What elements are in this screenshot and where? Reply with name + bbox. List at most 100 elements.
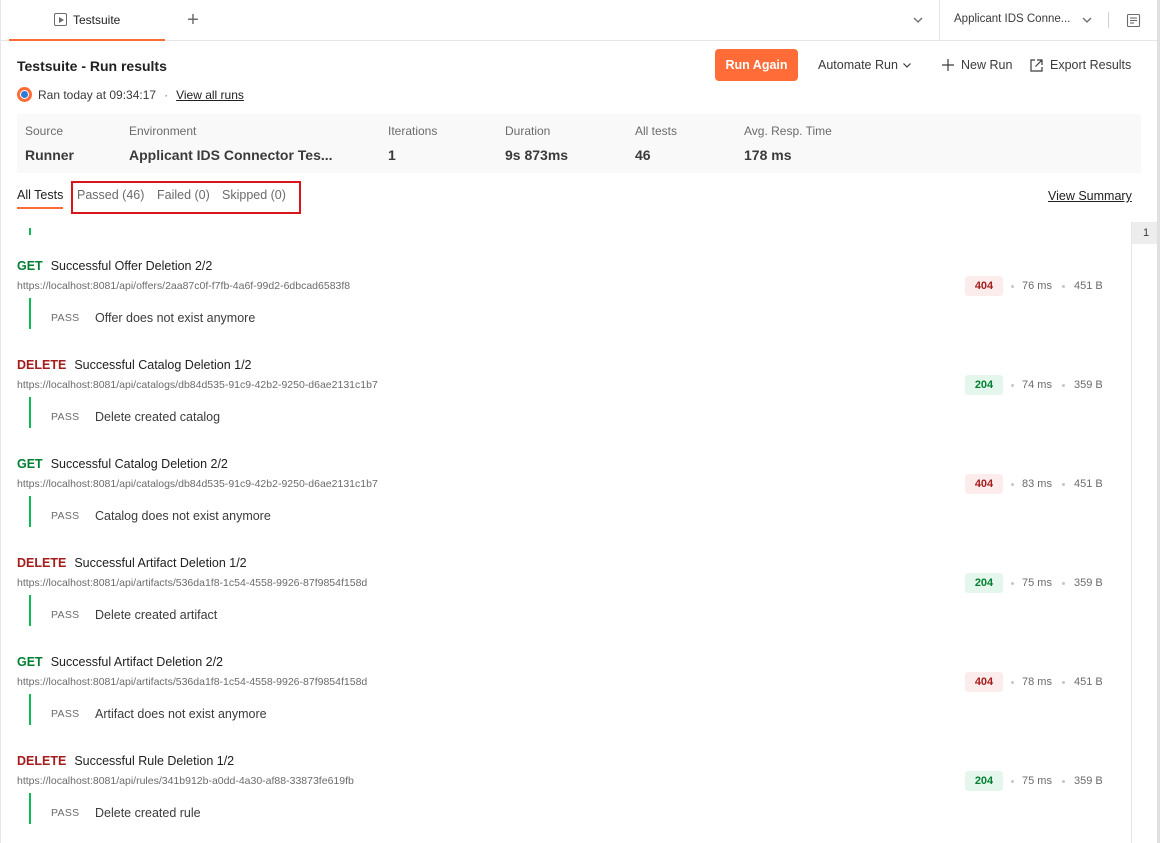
stat-environment: Environment Applicant IDS Connector Tes.…: [129, 124, 333, 163]
environment-selector[interactable]: Applicant IDS Conne...: [954, 13, 1070, 25]
chevron-down-icon[interactable]: [1081, 14, 1093, 26]
run-again-button[interactable]: Run Again: [715, 49, 798, 81]
request-result-row[interactable]: DELETE Successful Rule Deletion 1/2 https…: [0, 717, 1130, 824]
status-code-badge: 404: [965, 276, 1003, 296]
response-size: 451 B: [1074, 280, 1103, 292]
view-summary-link[interactable]: View Summary: [1048, 189, 1132, 203]
bullet-separator: [1062, 384, 1065, 387]
new-run-button[interactable]: New Run: [941, 49, 1012, 81]
request-title[interactable]: GET Successful Catalog Deletion 2/2: [17, 457, 228, 471]
request-url: https://localhost:8081/api/catalogs/db84…: [17, 379, 378, 391]
chevron-down-icon: [902, 63, 911, 68]
test-name: Delete created rule: [95, 806, 201, 820]
bullet-separator: [1011, 483, 1014, 486]
page-title: Testsuite - Run results: [17, 58, 167, 74]
response-size: 359 B: [1074, 379, 1103, 391]
bullet-separator: [1062, 582, 1065, 585]
stat-label: Source: [25, 124, 64, 138]
status-code-badge: 204: [965, 771, 1003, 791]
tab-label: Testsuite: [73, 12, 121, 27]
response-size: 451 B: [1074, 676, 1103, 688]
bullet-separator: [1011, 681, 1014, 684]
stat-value: Applicant IDS Connector Tes...: [129, 147, 333, 163]
request-name: Successful Rule Deletion 1/2: [74, 754, 235, 768]
request-name: Successful Offer Deletion 2/2: [50, 259, 213, 273]
add-tab-icon[interactable]: +: [185, 10, 201, 30]
divider: [1108, 12, 1109, 28]
chevron-down-icon[interactable]: [912, 14, 924, 26]
request-result-row[interactable]: DELETE Successful Artifact Deletion 1/2 h…: [0, 519, 1130, 626]
stat-value: 46: [635, 147, 651, 163]
request-name: Successful Catalog Deletion 1/2: [74, 358, 252, 372]
run-info: Ran today at 09:34:17 · View all runs: [17, 87, 244, 102]
plus-icon: [942, 59, 954, 71]
export-results-button[interactable]: Export Results: [1029, 49, 1131, 81]
status-code-badge: 404: [965, 474, 1003, 494]
request-result-row[interactable]: DELETE Successful Catalog Deletion 1/2 ht…: [0, 321, 1130, 428]
tab-testsuite[interactable]: Testsuite: [9, 0, 165, 41]
bullet-separator: [1062, 780, 1065, 783]
request-url: https://localhost:8081/api/artifacts/536…: [17, 676, 368, 688]
test-status-label: PASS: [51, 807, 80, 819]
http-method: DELETE: [17, 754, 67, 768]
view-all-runs-link[interactable]: View all runs: [176, 88, 244, 102]
request-url: https://localhost:8081/api/artifacts/536…: [17, 577, 368, 589]
request-result-row[interactable]: GET Successful Catalog Deletion 2/2 https…: [0, 420, 1130, 527]
stat-all-tests: All tests 46: [635, 124, 677, 163]
stat-avg-resp-time: Avg. Resp. Time 178 ms: [744, 124, 832, 163]
bullet-separator: [1011, 384, 1014, 387]
stat-value: 9s 873ms: [505, 147, 569, 163]
request-name: Successful Catalog Deletion 2/2: [50, 457, 228, 471]
response-time: 83 ms: [1022, 478, 1052, 490]
stat-value: 1: [388, 147, 396, 163]
bullet-separator: [1011, 780, 1014, 783]
tab-all-tests[interactable]: All Tests: [17, 188, 64, 209]
http-method: DELETE: [17, 358, 67, 372]
stat-label: All tests: [635, 124, 678, 138]
request-name: Successful Artifact Deletion 2/2: [50, 655, 224, 669]
stat-label: Iterations: [388, 124, 438, 138]
stat-label: Environment: [129, 124, 197, 138]
runner-play-icon: [54, 13, 67, 26]
status-code-badge: 404: [965, 672, 1003, 692]
response-time: 75 ms: [1022, 775, 1052, 787]
highlight-annotation-box: [71, 181, 301, 214]
bullet-separator: [1011, 582, 1014, 585]
http-method: GET: [17, 457, 43, 471]
export-results-label: Export Results: [1050, 58, 1132, 72]
page-scroller[interactable]: 1: [1131, 222, 1160, 843]
request-title[interactable]: GET Successful Offer Deletion 2/2: [17, 259, 212, 273]
bullet-separator: [1062, 285, 1065, 288]
page-number[interactable]: 1: [1132, 222, 1160, 244]
request-result-row[interactable]: GET Successful Offer Deletion 2/2 https:/…: [0, 222, 1130, 329]
bullet-separator: [1011, 285, 1014, 288]
bullet-separator: [1062, 681, 1065, 684]
request-result-row[interactable]: GET Successful Artifact Deletion 2/2 http…: [0, 618, 1130, 725]
stat-value: 178 ms: [744, 147, 792, 163]
stat-label: Avg. Resp. Time: [744, 124, 832, 138]
status-code-badge: 204: [965, 375, 1003, 395]
request-title[interactable]: DELETE Successful Catalog Deletion 1/2: [17, 358, 252, 372]
request-url: https://localhost:8081/api/offers/2aa87c…: [17, 280, 351, 292]
response-time: 74 ms: [1022, 379, 1052, 391]
automate-run-button[interactable]: Automate Run: [818, 49, 912, 81]
stat-duration: Duration 9s 873ms: [505, 124, 568, 163]
http-method: GET: [17, 655, 43, 669]
separator: ·: [164, 87, 169, 102]
results-list: GET Successful Offer Deletion 2/2 https:/…: [0, 222, 1130, 843]
response-size: 359 B: [1074, 577, 1103, 589]
request-url: https://localhost:8081/api/catalogs/db84…: [17, 478, 378, 490]
stat-iterations: Iterations 1: [388, 124, 437, 163]
response-time: 78 ms: [1022, 676, 1052, 688]
response-time: 76 ms: [1022, 280, 1052, 292]
request-title[interactable]: GET Successful Artifact Deletion 2/2: [17, 655, 223, 669]
stat-source: Source Runner: [25, 124, 74, 163]
export-icon: [1030, 58, 1043, 72]
request-title[interactable]: DELETE Successful Artifact Deletion 1/2: [17, 556, 247, 570]
response-time: 75 ms: [1022, 577, 1052, 589]
environment-quick-look-icon[interactable]: [1126, 13, 1141, 28]
http-method: GET: [17, 259, 43, 273]
response-size: 359 B: [1074, 775, 1103, 787]
request-title[interactable]: DELETE Successful Rule Deletion 1/2: [17, 754, 234, 768]
response-size: 451 B: [1074, 478, 1103, 490]
